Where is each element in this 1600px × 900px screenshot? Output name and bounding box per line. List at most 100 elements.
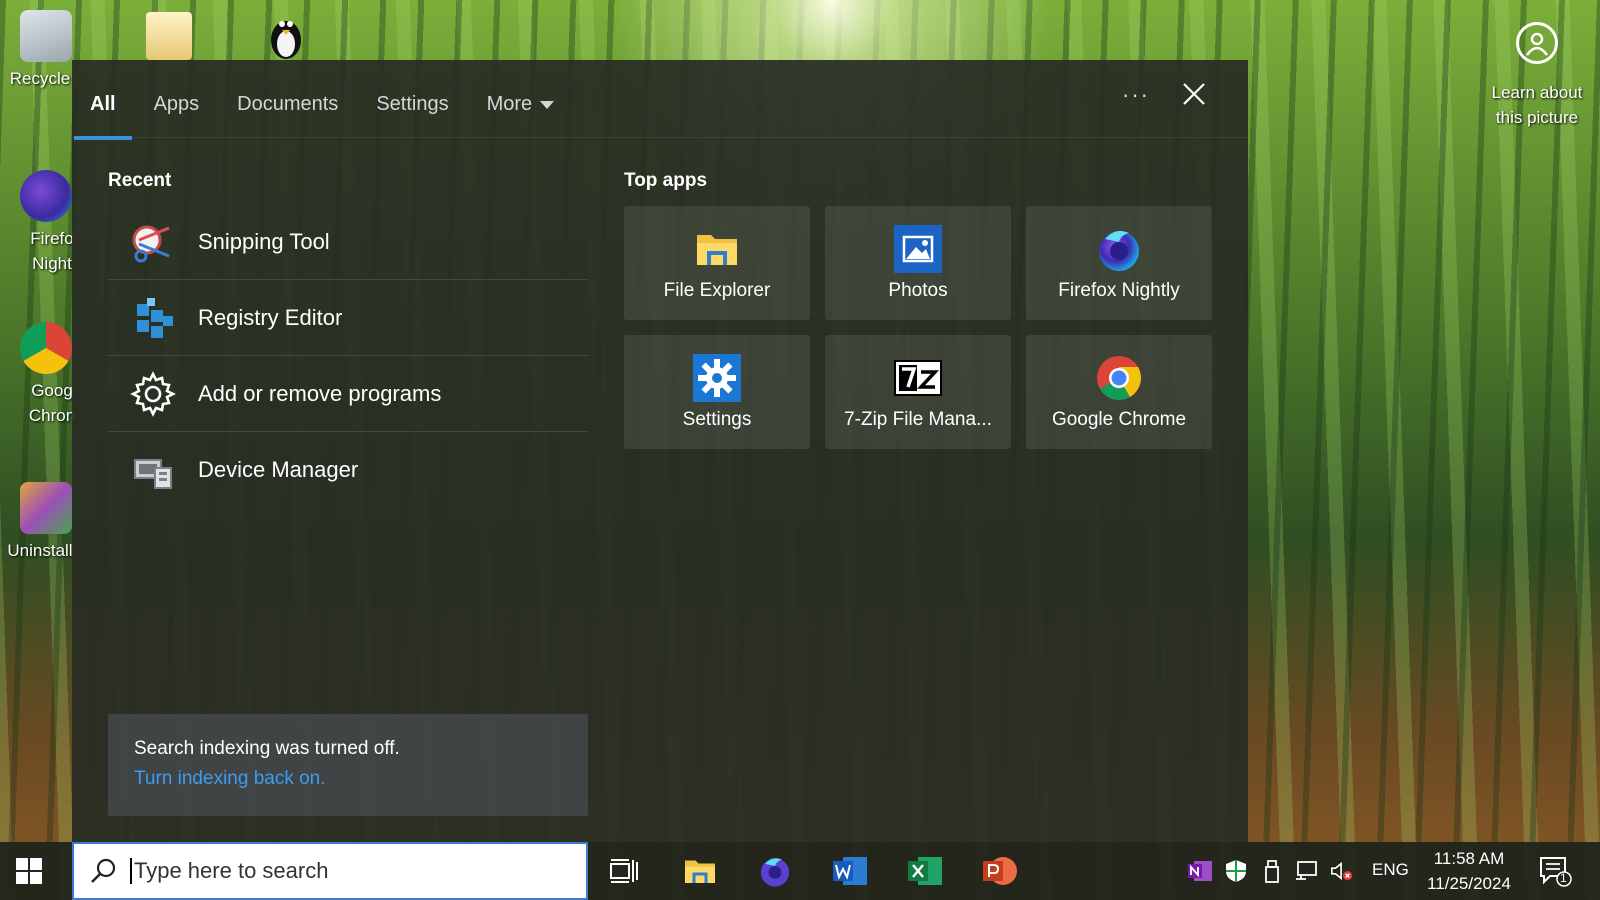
onenote-icon (1188, 861, 1212, 881)
volume-muted-icon (1331, 861, 1353, 881)
tab-label: More (486, 93, 533, 115)
firefox-nightly-icon (20, 170, 72, 222)
desktop-icon-folder[interactable] (146, 12, 192, 60)
learn-label: Learn about this picture (1491, 83, 1583, 127)
taskbar-file-explorer[interactable] (682, 853, 718, 889)
learn-about-picture[interactable]: Learn about this picture (1482, 18, 1592, 130)
tray-onenote[interactable] (1188, 859, 1212, 883)
taskbar-excel[interactable] (907, 853, 943, 889)
tray-usb[interactable] (1260, 859, 1284, 883)
desktop-icon-uninstall[interactable]: Uninstall (0, 482, 80, 563)
desktop-icon-recycle-bin[interactable]: Recycle (0, 10, 80, 91)
more-options-button[interactable]: ··· (1122, 82, 1150, 108)
app-tile-label: Google Chrome (1051, 409, 1187, 430)
tray-security[interactable] (1224, 859, 1248, 883)
app-tile-label: File Explorer (663, 280, 771, 301)
tab-documents[interactable]: Documents (237, 84, 338, 124)
tab-label: All (90, 93, 116, 115)
gear-icon (128, 369, 178, 419)
recent-heading: Recent (108, 170, 172, 191)
tab-more[interactable]: More (487, 84, 555, 124)
camera-location-icon (1516, 22, 1558, 64)
firefox-nightly-icon (1094, 224, 1144, 274)
registry-editor-icon (128, 293, 178, 343)
usb-drive-icon (1265, 860, 1279, 883)
taskbar-word[interactable] (832, 853, 868, 889)
photos-icon (893, 224, 943, 274)
clock[interactable]: 11:58 AM 11/25/2024 (1418, 846, 1520, 896)
penguin-icon (271, 21, 301, 59)
desktop-icon-linux[interactable] (266, 10, 306, 60)
desktop-icon-firefox-nightly[interactable]: Firefo Night (0, 170, 80, 276)
chrome-icon (20, 322, 72, 374)
close-button[interactable] (1180, 80, 1208, 108)
app-tile-google-chrome[interactable]: Google Chrome (1026, 335, 1212, 449)
recycle-bin-icon (20, 10, 72, 62)
tray-network[interactable] (1294, 859, 1318, 883)
network-icon (1296, 861, 1317, 880)
taskbar-firefox[interactable] (757, 853, 793, 889)
recent-item-label: Device Manager (198, 457, 359, 482)
task-view-button[interactable] (606, 853, 642, 889)
tab-settings[interactable]: Settings (376, 84, 448, 124)
taskbar-search-input[interactable]: Type here to search (72, 842, 588, 900)
shield-icon (1226, 860, 1246, 882)
tab-all[interactable]: All (74, 84, 131, 140)
top-apps-heading: Top apps (624, 170, 708, 191)
excel-icon (908, 857, 942, 885)
app-tile-label: Photos (888, 280, 948, 301)
taskbar-powerpoint[interactable] (982, 853, 1018, 889)
snipping-tool-icon (128, 217, 178, 267)
recent-list: Snipping Tool Registry Editor Add or rem… (108, 204, 588, 508)
powerpoint-icon (983, 857, 1017, 885)
windows-logo-icon (16, 858, 42, 884)
task-view-icon (610, 859, 638, 883)
file-explorer-icon (685, 860, 715, 883)
recent-item-device-manager[interactable]: Device Manager (108, 432, 588, 508)
notification-center-button[interactable]: 1 (1538, 854, 1572, 888)
uninstall-icon (20, 482, 72, 534)
file-explorer-icon (692, 224, 742, 274)
start-button[interactable] (14, 856, 44, 886)
tab-apps[interactable]: Apps (154, 84, 200, 124)
chrome-icon (1094, 353, 1144, 403)
tray-volume[interactable] (1330, 859, 1354, 883)
search-icon (91, 858, 116, 883)
recent-item-label: Snipping Tool (198, 228, 330, 254)
app-tile-label: 7-Zip File Mana... (844, 409, 992, 430)
tabs-divider (72, 137, 1248, 138)
turn-indexing-on-link[interactable]: Turn indexing back on. (134, 768, 562, 790)
desktop-icon-label: Recycle (9, 69, 71, 88)
recent-item-label: Add or remove programs (198, 380, 442, 406)
language-indicator[interactable]: ENG (1372, 860, 1409, 880)
device-manager-icon (128, 445, 178, 495)
desktop-icon-google-chrome[interactable]: Goog Chron (0, 322, 80, 428)
clock-date: 11/25/2024 (1427, 874, 1511, 893)
app-tile-7zip[interactable]: 7-Zip File Mana... (825, 335, 1011, 449)
taskbar: Type here to search ENG 11:58 AM 11/25/2… (0, 842, 1600, 900)
firefox-icon (760, 858, 790, 887)
app-tile-photos[interactable]: Photos (825, 206, 1011, 320)
7zip-icon (893, 353, 943, 403)
notification-count: 1 (1560, 871, 1567, 885)
tab-label: Apps (153, 93, 200, 115)
recent-item-registry-editor[interactable]: Registry Editor (108, 280, 588, 356)
desktop-icon-label: Uninstall (7, 541, 73, 560)
search-placeholder: Type here to search (130, 858, 328, 884)
recent-item-snipping-tool[interactable]: Snipping Tool (108, 204, 588, 280)
app-tile-file-explorer[interactable]: File Explorer (624, 206, 810, 320)
tab-label: Documents (237, 93, 339, 115)
close-icon (1183, 83, 1205, 105)
search-tabs: All Apps Documents Settings More (74, 84, 592, 140)
top-apps-grid: File Explorer Photos Firefox Nightly Set… (624, 206, 1212, 449)
app-tile-settings[interactable]: Settings (624, 335, 810, 449)
recent-item-add-remove-programs[interactable]: Add or remove programs (108, 356, 588, 432)
indexing-message: Search indexing was turned off. (134, 738, 400, 759)
app-tile-label: Settings (682, 409, 752, 430)
settings-gear-icon (692, 353, 742, 403)
app-tile-firefox-nightly[interactable]: Firefox Nightly (1026, 206, 1212, 320)
indexing-notice: Search indexing was turned off. Turn ind… (108, 714, 588, 816)
app-tile-label: Firefox Nightly (1058, 280, 1180, 301)
recent-item-label: Registry Editor (198, 304, 343, 330)
word-icon (833, 857, 867, 885)
